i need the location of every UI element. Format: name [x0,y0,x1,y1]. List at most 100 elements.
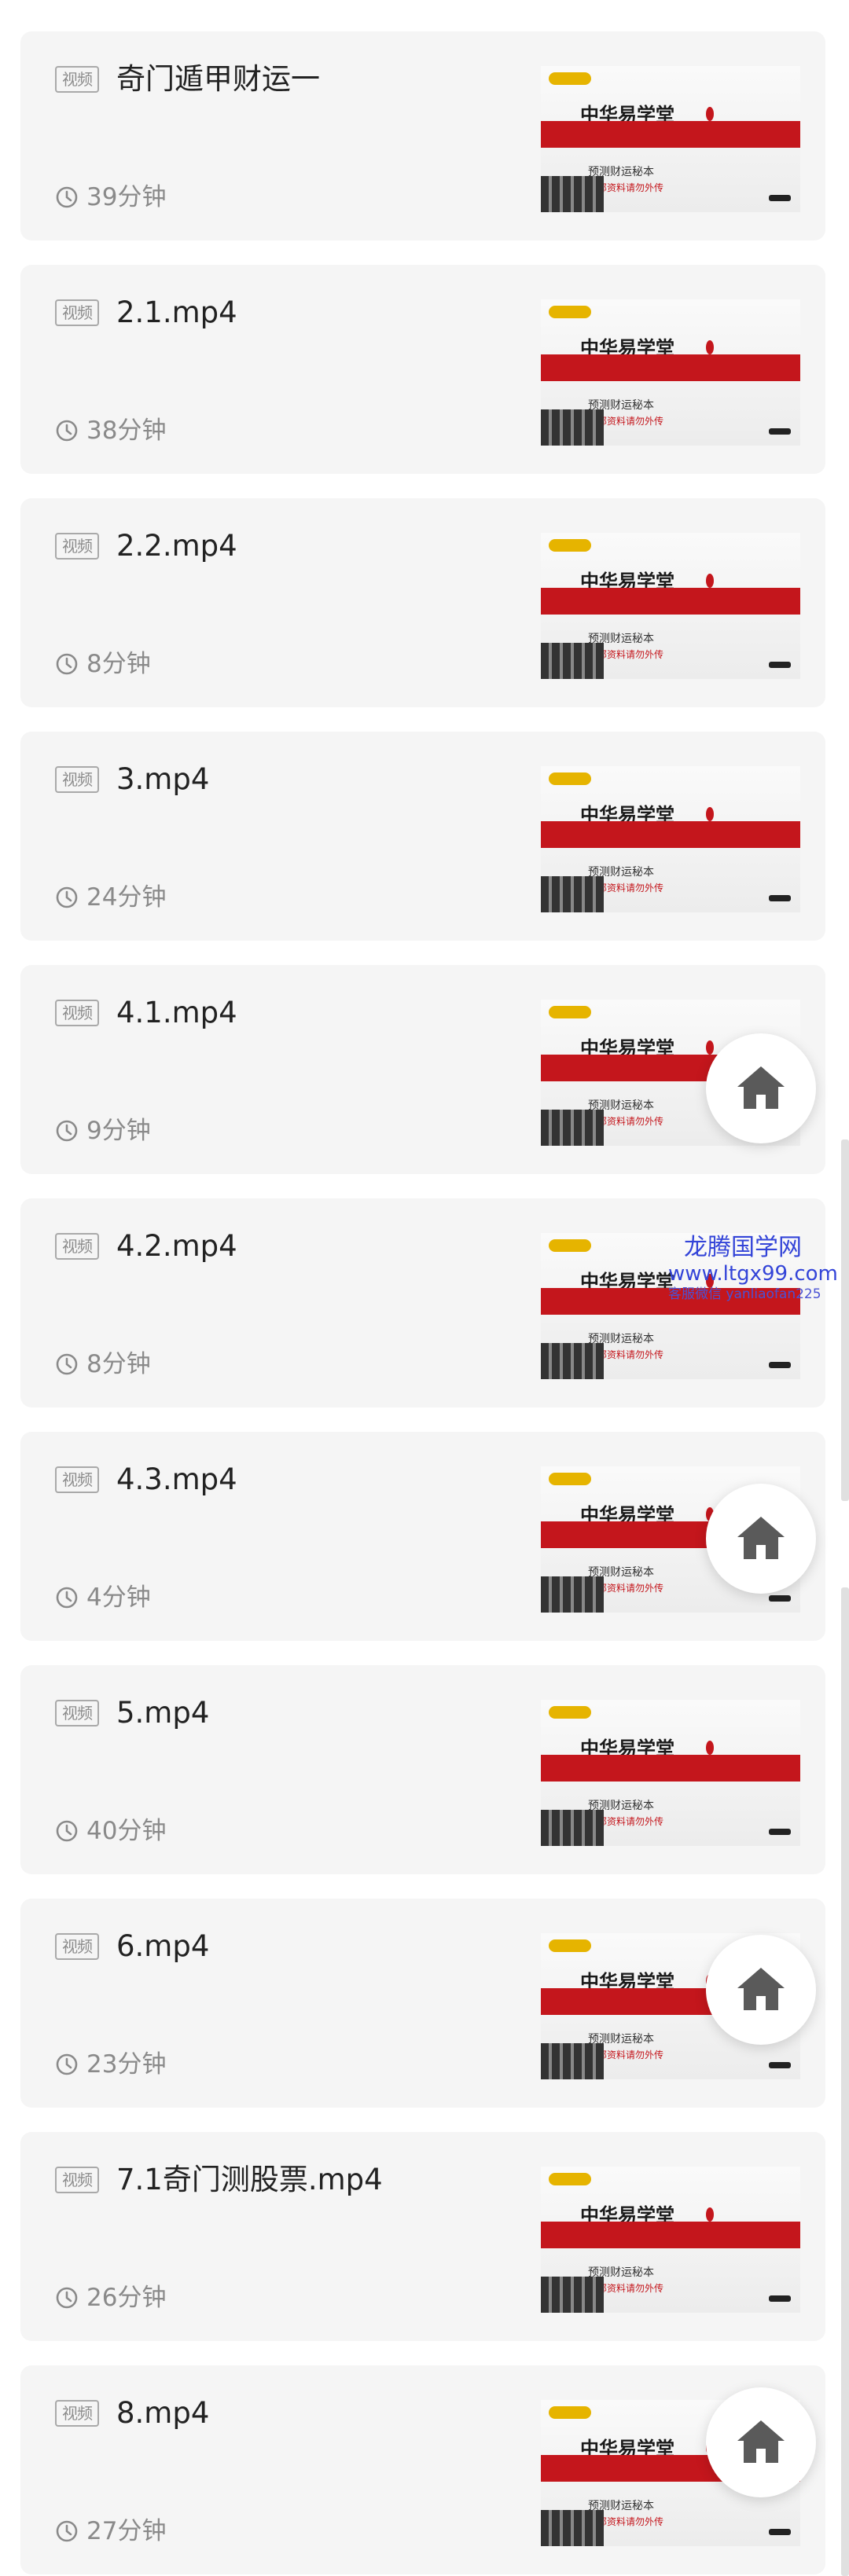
thumbnail-building [541,409,604,446]
clock-icon [55,2286,79,2310]
video-item[interactable]: 视频 6.mp4 23分钟 中华易学堂 预测财运秘本 内部资料请勿外传 [20,1899,825,2108]
thumbnail-seal [706,1741,714,1755]
video-title: 8.mp4 [116,2396,210,2430]
home-icon [737,2420,785,2463]
video-item[interactable]: 视频 4.2.mp4 8分钟 中华易学堂 预测财运秘本 内部资料请勿外传 [20,1198,825,1407]
video-item[interactable]: 视频 奇门遁甲财运一 39分钟 中华易学堂 预测财运秘本 内部资料请勿外传 [20,31,825,240]
thumbnail-stamp [769,1362,791,1368]
video-tag: 视频 [55,2400,99,2427]
thumbnail-stamp [769,2529,791,2535]
thumbnail-logo [549,72,591,85]
thumbnail-seal [706,2207,714,2222]
video-duration: 26分钟 [86,2284,167,2312]
video-duration: 40分钟 [86,1817,167,1845]
thumbnail-stamp [769,662,791,668]
thumbnail-logo [549,1006,591,1018]
video-item[interactable]: 视频 8.mp4 27分钟 中华易学堂 预测财运秘本 内部资料请勿外传 [20,2365,825,2574]
video-title: 5.mp4 [116,1696,210,1730]
video-thumbnail[interactable]: 中华易学堂 预测财运秘本 内部资料请勿外传 [541,766,800,912]
video-title: 4.3.mp4 [116,1462,237,1496]
thumbnail-logo [549,1706,591,1719]
thumbnail-building [541,1343,604,1379]
thumbnail-seal [706,107,714,121]
thumbnail-logo [549,1239,591,1252]
clock-icon [55,1352,79,1376]
video-item[interactable]: 视频 4.1.mp4 9分钟 中华易学堂 预测财运秘本 内部资料请勿外传 [20,965,825,1174]
thumbnail-building [541,2043,604,2079]
video-title: 2.1.mp4 [116,295,237,329]
thumbnail-logo [549,539,591,552]
thumbnail-building [541,643,604,679]
video-tag: 视频 [55,1933,99,1960]
thumbnail-stamp [769,2295,791,2302]
video-thumbnail[interactable]: 中华易学堂 预测财运秘本 内部资料请勿外传 [541,299,800,446]
thumbnail-building [541,176,604,212]
clock-icon [55,2519,79,2543]
scrollbar[interactable] [841,1139,849,1501]
video-item[interactable]: 视频 4.3.mp4 4分钟 中华易学堂 预测财运秘本 内部资料请勿外传 [20,1432,825,1641]
thumbnail-logo [549,772,591,785]
video-duration: 39分钟 [86,183,167,211]
thumbnail-building [541,876,604,912]
thumbnail-stamp [769,2062,791,2068]
video-thumbnail[interactable]: 中华易学堂 预测财运秘本 内部资料请勿外传 [541,66,800,212]
video-title: 4.2.mp4 [116,1229,237,1263]
video-thumbnail[interactable]: 中华易学堂 预测财运秘本 内部资料请勿外传 [541,2167,800,2313]
home-icon [737,1968,785,2010]
video-item[interactable]: 视频 5.mp4 40分钟 中华易学堂 预测财运秘本 内部资料请勿外传 [20,1665,825,1874]
thumbnail-seal [706,807,714,821]
thumbnail-red-band [541,121,800,148]
video-duration: 4分钟 [86,1583,151,1612]
thumbnail-logo [549,1473,591,1485]
video-tag: 视频 [55,299,99,326]
video-duration: 38分钟 [86,416,167,445]
video-tag: 视频 [55,533,99,560]
video-duration: 27分钟 [86,2517,167,2545]
home-button[interactable] [706,2387,816,2497]
home-button[interactable] [706,1935,816,2045]
video-title: 6.mp4 [116,1929,210,1963]
thumbnail-seal [706,340,714,354]
video-tag: 视频 [55,766,99,793]
video-tag: 视频 [55,2167,99,2193]
video-tag: 视频 [55,66,99,93]
video-tag: 视频 [55,1233,99,1260]
video-tag: 视频 [55,1700,99,1727]
thumbnail-red-band [541,2222,800,2248]
video-thumbnail[interactable]: 中华易学堂 预测财运秘本 内部资料请勿外传 [541,1700,800,1846]
thumbnail-building [541,1110,604,1146]
video-tag: 视频 [55,1000,99,1026]
thumbnail-red-band [541,1755,800,1782]
clock-icon [55,185,79,209]
thumbnail-building [541,1576,604,1613]
video-title: 奇门遁甲财运一 [116,62,320,96]
video-item[interactable]: 视频 2.1.mp4 38分钟 中华易学堂 预测财运秘本 内部资料请勿外传 [20,265,825,474]
video-item[interactable]: 视频 7.1奇门测股票.mp4 26分钟 中华易学堂 预测财运秘本 内部资料请勿外传 [20,2132,825,2341]
clock-icon [55,1119,79,1143]
thumbnail-building [541,1810,604,1846]
video-duration: 9分钟 [86,1117,151,1145]
clock-icon [55,1586,79,1609]
video-title: 3.mp4 [116,762,210,796]
home-button[interactable] [706,1484,816,1594]
clock-icon [55,886,79,909]
scrollbar-lower[interactable] [841,1587,849,2576]
video-item[interactable]: 视频 2.2.mp4 8分钟 中华易学堂 预测财运秘本 内部资料请勿外传 [20,498,825,707]
thumbnail-red-band [541,588,800,615]
watermark-url: www.ltgx99.com [668,1262,838,1286]
thumbnail-building [541,2277,604,2313]
video-duration: 8分钟 [86,650,151,678]
home-icon [737,1517,785,1559]
clock-icon [55,2053,79,2076]
thumbnail-red-band [541,821,800,848]
watermark-contact: 客服微信 yanliaofan225 [668,1286,821,1302]
home-icon [737,1066,785,1109]
watermark-site-name: 龙腾国学网 [684,1234,802,1261]
thumbnail-stamp [769,1595,791,1602]
video-duration: 23分钟 [86,2050,167,2079]
video-item[interactable]: 视频 3.mp4 24分钟 中华易学堂 预测财运秘本 内部资料请勿外传 [20,732,825,941]
video-thumbnail[interactable]: 中华易学堂 预测财运秘本 内部资料请勿外传 [541,533,800,679]
thumbnail-building [541,2510,604,2546]
clock-icon [55,1819,79,1843]
home-button[interactable] [706,1033,816,1143]
